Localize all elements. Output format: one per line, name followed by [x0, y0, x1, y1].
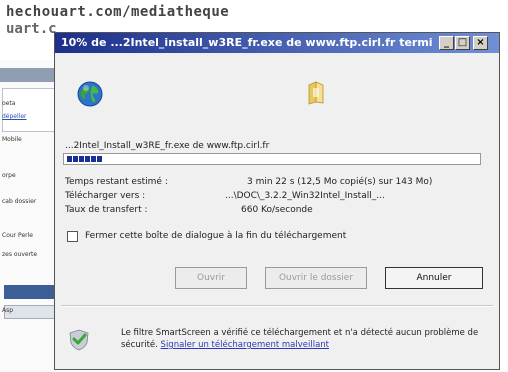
background-blue-button[interactable]	[4, 285, 56, 299]
background-url: hechouart.com/mediatheque	[6, 4, 230, 20]
background-sidebar-link[interactable]: dépeller	[2, 113, 27, 120]
close-on-complete-checkbox[interactable]	[67, 231, 78, 242]
cancel-button[interactable]: Annuler	[385, 267, 483, 289]
folder-icon	[308, 81, 324, 105]
download-progress-bar	[63, 153, 481, 165]
report-malicious-link[interactable]: Signaler un téléchargement malveillant	[161, 340, 329, 350]
background-sidebar-item: Mobile	[2, 136, 22, 143]
transfer-rate-label: Taux de transfert :	[65, 205, 148, 215]
background-sidebar-item: oeta	[2, 100, 16, 107]
progress-segment	[67, 156, 72, 162]
dialog-title: 10% de ...2Intel_install_w3RE_fr.exe de …	[61, 36, 433, 49]
minimize-button[interactable]: _	[439, 36, 454, 50]
background-sidebar-item: cab dossier	[2, 198, 37, 205]
download-to-label: Télécharger vers :	[65, 191, 146, 201]
close-on-complete-label[interactable]: Fermer cette boîte de dialogue à la fin …	[85, 231, 346, 241]
time-remaining-value: 3 min 22 s (12,5 Mo copié(s) sur 143 Mo)	[247, 177, 433, 187]
background-sidebar-item: zes ouverte	[2, 251, 38, 258]
smartscreen-shield-icon	[69, 329, 89, 351]
open-folder-button[interactable]: Ouvrir le dossier	[265, 267, 367, 289]
smartscreen-notice: Le filtre SmartScreen a vérifié ce téléc…	[121, 327, 493, 351]
background-sidebar-item: orpe	[2, 172, 16, 179]
background-sidebar-item: Cour Perle	[2, 232, 33, 239]
divider	[61, 305, 493, 307]
transfer-rate-value: 660 Ko/seconde	[241, 205, 313, 215]
globe-icon	[77, 81, 103, 107]
background-sidebar: oeta dépeller Mobile orpe cab dossier Co…	[0, 60, 58, 372]
maximize-button[interactable]: □	[455, 36, 470, 50]
progress-segment	[73, 156, 78, 162]
open-button[interactable]: Ouvrir	[175, 267, 247, 289]
dialog-titlebar[interactable]: 10% de ...2Intel_install_w3RE_fr.exe de …	[55, 33, 499, 53]
background-sidebar-header	[0, 68, 58, 82]
download-dialog: 10% de ...2Intel_install_w3RE_fr.exe de …	[54, 32, 500, 370]
close-button[interactable]: ×	[473, 36, 488, 50]
progress-segment	[91, 156, 96, 162]
background-field-text: Asp	[2, 307, 14, 314]
time-remaining-label: Temps restant estimé :	[65, 177, 168, 187]
download-to-value: ...\DOC\_3.2.2_Win32Intel_Install_...	[225, 191, 385, 201]
progress-segment	[85, 156, 90, 162]
background-sidebar-box	[2, 88, 56, 132]
progress-segment	[79, 156, 84, 162]
background-url-fragment: uart.c	[6, 21, 57, 37]
progress-segment	[97, 156, 102, 162]
download-source: ...2Intel_Install_w3RE_fr.exe de www.ftp…	[65, 141, 270, 151]
